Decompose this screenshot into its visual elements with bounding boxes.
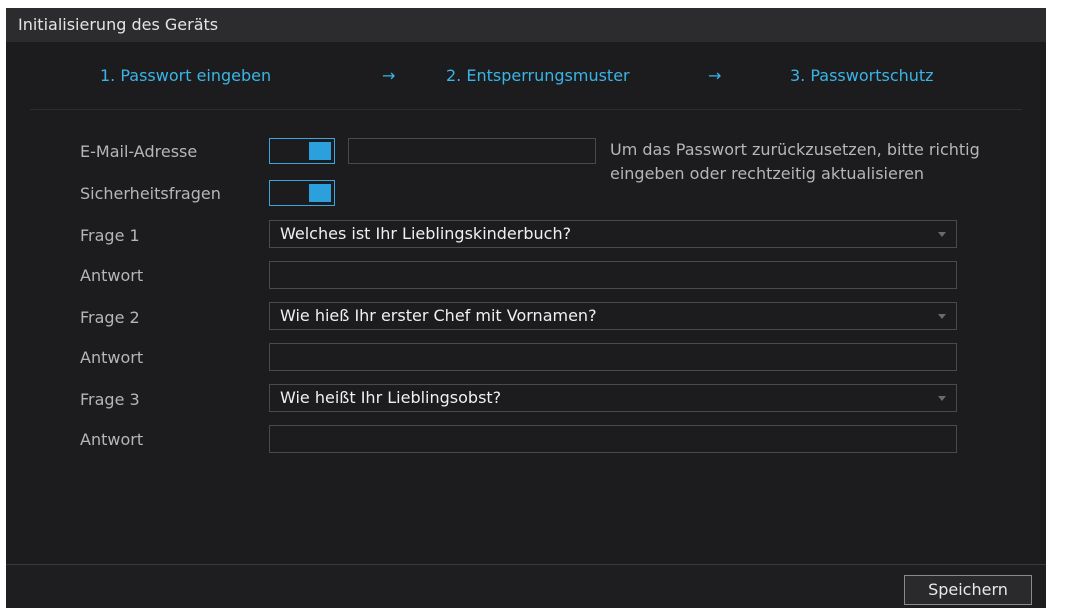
toggle-knob [309,142,331,160]
steps-divider [30,109,1022,110]
dropdown-caret-icon [938,396,946,401]
dialog-footer [6,565,1046,608]
dropdown-caret-icon [938,314,946,319]
save-button[interactable]: Speichern [904,575,1032,605]
answer-2-label: Antwort [80,348,144,367]
answer-1-field[interactable] [269,261,957,289]
step-1-label[interactable]: 1. Passwort eingeben [100,66,271,85]
step-2-label[interactable]: 2. Entsperrungsmuster [446,66,630,85]
step-3-label[interactable]: 3. Passwortschutz [790,66,934,85]
wizard-steps: 1. Passwort eingeben → 2. Entsperrungsmu… [6,66,1046,90]
email-label: E-Mail-Adresse [80,142,198,161]
question-3-selected: Wie heißt Ihr Lieblingsobst? [280,388,502,407]
answer-3-field[interactable] [269,425,957,453]
answer-3-label: Antwort [80,430,144,449]
window-title: Initialisierung des Geräts [6,8,1046,42]
question-2-selected: Wie hieß Ihr erster Chef mit Vornamen? [280,306,597,325]
question-1-label: Frage 1 [80,226,140,245]
toggle-knob [309,184,331,202]
email-field[interactable] [348,138,596,164]
email-toggle[interactable] [269,138,335,164]
step-arrow-icon: → [708,66,722,85]
answer-1-label: Antwort [80,266,144,285]
question-3-label: Frage 3 [80,390,140,409]
question-3-select[interactable]: Wie heißt Ihr Lieblingsobst? [269,384,957,412]
dropdown-caret-icon [938,232,946,237]
security-questions-toggle[interactable] [269,180,335,206]
device-init-dialog: Initialisierung des Geräts 1. Passwort e… [6,8,1046,608]
step-arrow-icon: → [382,66,396,85]
question-2-label: Frage 2 [80,308,140,327]
reset-hint-text: Um das Passwort zurückzusetzen, bitte ri… [610,140,980,183]
question-1-select[interactable]: Welches ist Ihr Lieblingskinderbuch? [269,220,957,248]
security-questions-label: Sicherheitsfragen [80,184,221,203]
question-1-selected: Welches ist Ihr Lieblingskinderbuch? [280,224,572,243]
answer-2-field[interactable] [269,343,957,371]
question-2-select[interactable]: Wie hieß Ihr erster Chef mit Vornamen? [269,302,957,330]
